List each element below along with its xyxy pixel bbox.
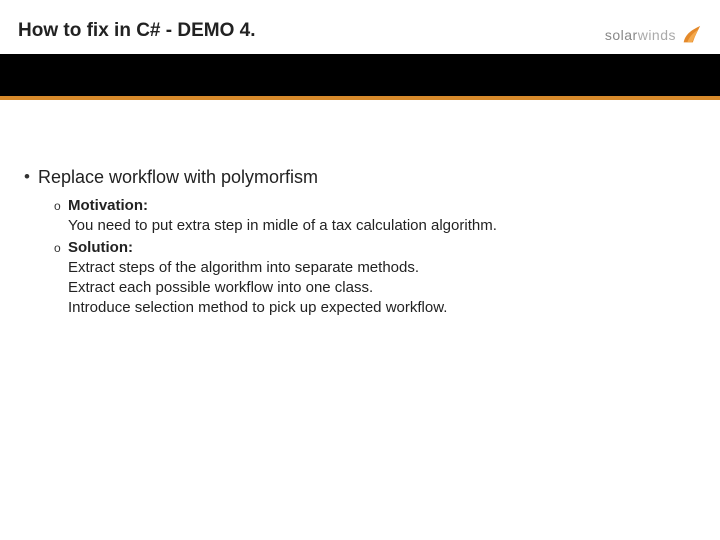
sub-item: o Motivation: You need to put extra step… <box>54 196 696 236</box>
bullet-item: • Replace workflow with polymorfism <box>24 166 696 188</box>
sub-label: Solution: <box>68 238 133 258</box>
sub-list: o Motivation: You need to put extra step… <box>54 196 696 318</box>
brand-logo: solarwinds <box>605 24 702 46</box>
sub-body: You need to put extra step in midle of a… <box>68 216 696 236</box>
slide-title: How to fix in C# - DEMO 4. <box>18 20 702 53</box>
sub-marker: o <box>54 238 64 258</box>
sub-item-header: o Motivation: <box>54 196 696 216</box>
sub-body: Extract steps of the algorithm into sepa… <box>68 258 696 318</box>
sub-item: o Solution: Extract steps of the algorit… <box>54 238 696 318</box>
brand-text: solarwinds <box>605 27 676 43</box>
brand-text-right: winds <box>638 27 676 43</box>
header-orange-bar <box>0 96 720 100</box>
sub-marker: o <box>54 196 64 216</box>
slide: How to fix in C# - DEMO 4. solarwinds • … <box>0 0 720 540</box>
slide-body: • Replace workflow with polymorfism o Mo… <box>24 166 696 320</box>
sub-label: Motivation: <box>68 196 148 216</box>
brand-flame-icon <box>680 24 702 46</box>
header-black-bar <box>0 54 720 96</box>
bullet-marker: • <box>24 166 30 188</box>
bullet-text: Replace workflow with polymorfism <box>38 166 318 188</box>
brand-text-left: solar <box>605 27 638 43</box>
sub-item-header: o Solution: <box>54 238 696 258</box>
